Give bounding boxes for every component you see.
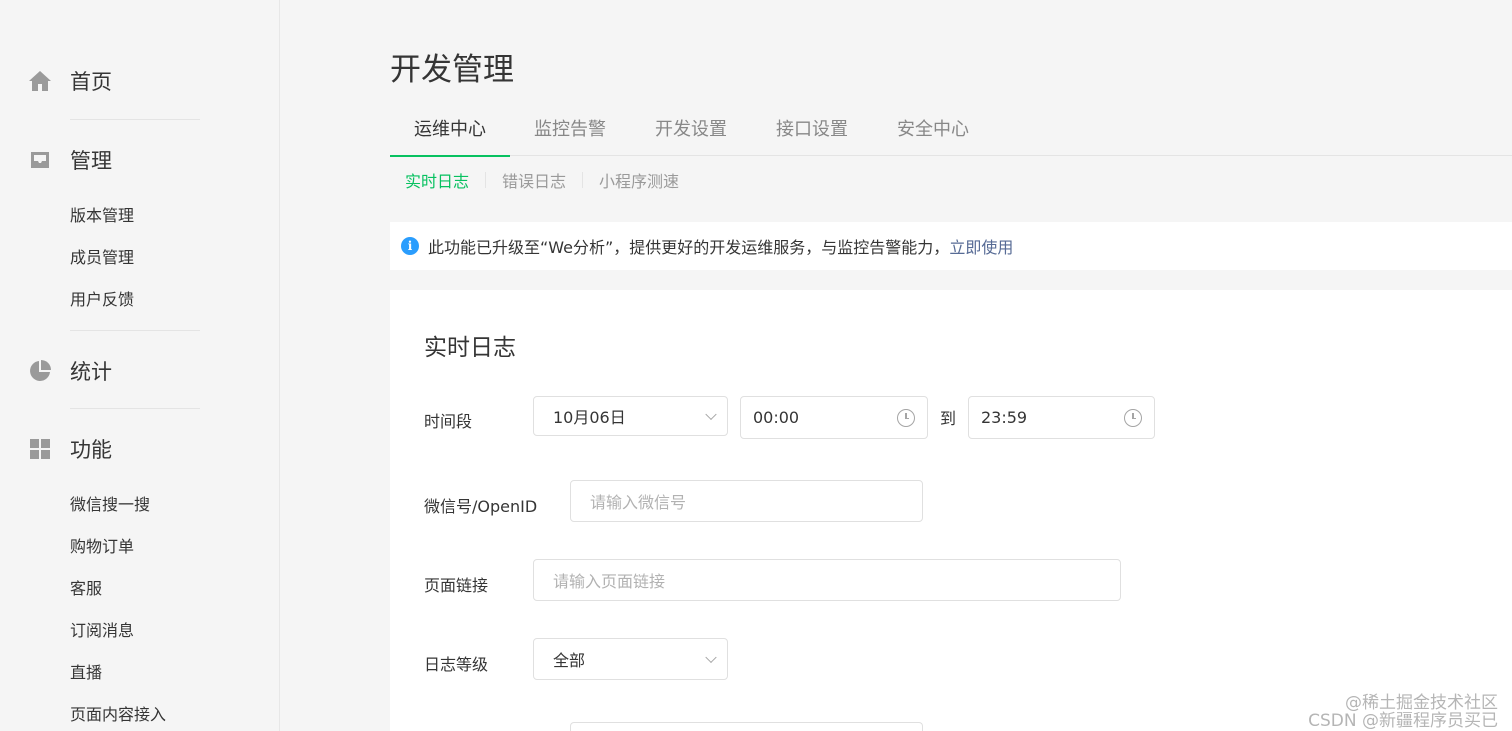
tab-dev-settings[interactable]: 开发设置 [630, 112, 752, 156]
tab-monitor-alert[interactable]: 监控告警 [510, 112, 630, 156]
sidebar-item-service[interactable]: 客服 [70, 578, 102, 600]
page-link-input[interactable]: 请输入页面链接 [533, 559, 1121, 601]
end-time-value: 23:59 [981, 408, 1028, 427]
nav-stats[interactable]: 统计 [28, 356, 112, 386]
tab-bar: 运维中心 监控告警 开发设置 接口设置 安全中心 [390, 112, 1512, 157]
sidebar-item-search[interactable]: 微信搜一搜 [70, 494, 150, 516]
nav-stats-label: 统计 [70, 360, 112, 384]
tab-ops-center[interactable]: 运维中心 [390, 112, 510, 157]
start-time-picker[interactable]: 00:00 [740, 396, 928, 439]
sidebar-item-feedback[interactable]: 用户反馈 [70, 289, 134, 311]
nav-manage[interactable]: 管理 [28, 145, 112, 175]
sidebar-divider [70, 330, 200, 331]
inbox-icon [28, 148, 52, 172]
watermark-csdn: CSDN @新疆程序员买已 [1308, 711, 1498, 731]
end-time-picker[interactable]: 23:59 [968, 396, 1155, 439]
date-value: 10月06日 [553, 408, 626, 427]
subtab-separator [485, 172, 487, 188]
log-level-label: 日志等级 [424, 655, 489, 674]
nav-features-label: 功能 [70, 438, 112, 462]
wechat-id-label: 微信号/OpenID [424, 497, 538, 516]
subtab-speed-test[interactable]: 小程序测速 [599, 168, 679, 192]
sidebar: 首页 管理 版本管理 成员管理 用户反馈 统计 功能 微信搜一搜 购物订单 客服… [0, 0, 280, 731]
sidebar-item-live[interactable]: 直播 [70, 662, 102, 684]
upgrade-notice: i 此功能已升级至“We分析”，提供更好的开发运维服务，与监控告警能力， 立即使… [390, 222, 1512, 270]
subtab-separator [582, 172, 584, 188]
subtab-error-log[interactable]: 错误日志 [502, 168, 566, 192]
nav-home[interactable]: 首页 [28, 66, 112, 96]
subtab-bar: 实时日志 错误日志 小程序测速 [405, 168, 679, 192]
realtime-log-card: 实时日志 时间段 10月06日 00:00 到 23:59 微信号/OpenID… [390, 290, 1512, 731]
nav-features[interactable]: 功能 [28, 434, 112, 464]
pie-chart-icon [28, 359, 52, 383]
clock-icon [897, 408, 915, 427]
tab-api-settings[interactable]: 接口设置 [752, 112, 872, 156]
page-link-placeholder: 请输入页面链接 [553, 572, 666, 591]
home-icon [28, 69, 52, 93]
sidebar-divider [70, 408, 200, 409]
clock-icon [1124, 408, 1142, 427]
page-link-label: 页面链接 [424, 576, 489, 595]
use-now-link[interactable]: 立即使用 [949, 234, 1013, 258]
wechat-id-input[interactable]: 请输入微信号 [570, 480, 923, 522]
subtab-realtime-log[interactable]: 实时日志 [405, 168, 469, 192]
sidebar-item-version[interactable]: 版本管理 [70, 205, 134, 227]
nav-home-label: 首页 [70, 70, 112, 94]
start-time-value: 00:00 [753, 408, 800, 427]
partial-input[interactable] [570, 722, 923, 731]
sidebar-divider [70, 119, 200, 120]
sidebar-item-orders[interactable]: 购物订单 [70, 536, 134, 558]
sidebar-item-subscribe[interactable]: 订阅消息 [70, 620, 134, 642]
log-level-select[interactable]: 全部 [533, 638, 728, 680]
notice-text: 此功能已升级至“We分析”，提供更好的开发运维服务，与监控告警能力， [428, 238, 950, 257]
chevron-down-icon [705, 651, 717, 664]
sidebar-item-members[interactable]: 成员管理 [70, 247, 134, 269]
info-icon: i [401, 237, 419, 255]
page-title: 开发管理 [390, 52, 514, 88]
date-select[interactable]: 10月06日 [533, 396, 728, 436]
grid-icon [28, 437, 52, 461]
wechat-id-placeholder: 请输入微信号 [590, 493, 687, 512]
log-level-value: 全部 [553, 651, 586, 670]
card-title: 实时日志 [424, 335, 516, 361]
time-range-label: 时间段 [424, 412, 473, 431]
nav-manage-label: 管理 [70, 149, 112, 173]
to-label: 到 [940, 409, 957, 428]
sidebar-item-content[interactable]: 页面内容接入 [70, 704, 166, 726]
chevron-down-icon [705, 408, 717, 421]
tab-security-center[interactable]: 安全中心 [872, 112, 994, 156]
